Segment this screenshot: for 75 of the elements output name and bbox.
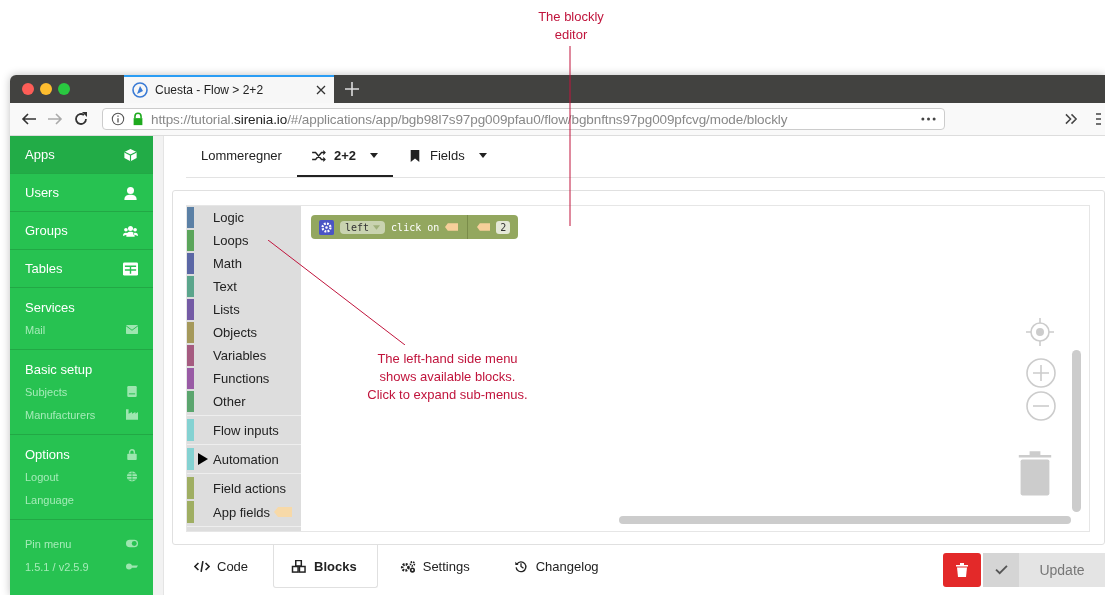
category-item[interactable]: Loops xyxy=(187,229,301,252)
block-dropdown[interactable]: left xyxy=(340,220,386,234)
block-text: click on xyxy=(391,221,440,233)
trash-icon xyxy=(956,563,968,577)
delete-button[interactable] xyxy=(943,553,981,587)
category-item[interactable]: Text xyxy=(187,275,301,298)
tab[interactable]: Changelog xyxy=(494,545,620,588)
category-item[interactable]: Math xyxy=(187,252,301,275)
category-item[interactable]: App fields xyxy=(187,500,301,524)
code-icon xyxy=(194,559,210,573)
vertical-scrollbar[interactable] xyxy=(1072,350,1081,512)
category-item[interactable]: Field actions xyxy=(187,476,301,500)
number-field[interactable]: 2 xyxy=(496,220,511,234)
menu-icon[interactable] xyxy=(1096,113,1101,125)
lock-icon xyxy=(131,112,145,126)
check-icon xyxy=(994,565,1008,575)
back-icon[interactable] xyxy=(21,111,37,127)
history-icon xyxy=(512,559,529,573)
reload-icon[interactable] xyxy=(73,111,89,127)
tag-icon xyxy=(274,507,293,517)
lock-icon xyxy=(126,448,138,460)
browser-tab[interactable]: Cuesta - Flow > 2+2 xyxy=(124,75,334,103)
envelope-icon xyxy=(126,324,138,335)
cube-icon xyxy=(123,147,138,162)
tab[interactable]: Lommeregner xyxy=(186,136,297,177)
category-item[interactable]: Variables xyxy=(187,344,301,367)
caret-icon xyxy=(373,224,381,230)
users-icon xyxy=(123,223,138,238)
user-icon xyxy=(123,185,138,200)
code-block[interactable]: left click on 2 xyxy=(311,215,519,239)
toggle-icon[interactable] xyxy=(126,538,138,549)
key-icon xyxy=(126,561,138,572)
category-item[interactable]: Automation xyxy=(187,447,301,471)
tab-title: Cuesta - Flow > 2+2 xyxy=(155,83,265,97)
tag-icon xyxy=(477,223,491,231)
category-item[interactable]: Functions xyxy=(187,367,301,390)
close-icon[interactable] xyxy=(316,85,326,95)
section-heading: Options xyxy=(10,443,153,465)
category-item[interactable]: Other xyxy=(187,390,301,413)
tab[interactable]: Blocks xyxy=(273,545,378,588)
category-item[interactable]: Flow inputs xyxy=(187,418,301,442)
category-item[interactable]: Objects xyxy=(187,321,301,344)
annotation-text: The blockly editor xyxy=(537,8,605,44)
category-item[interactable]: Logic xyxy=(187,206,301,229)
tab[interactable]: Fields xyxy=(393,136,502,177)
info-icon[interactable] xyxy=(111,112,125,126)
expand-triangle-icon[interactable] xyxy=(198,453,208,465)
section-heading: Basic setup xyxy=(24,360,94,379)
more-icon[interactable] xyxy=(921,117,936,121)
maximize-window-icon[interactable] xyxy=(58,83,70,95)
shuffle-icon xyxy=(311,149,326,162)
chevron-icon[interactable] xyxy=(1065,113,1078,125)
tab[interactable]: Code xyxy=(176,545,270,588)
horizontal-scrollbar[interactable] xyxy=(619,516,1071,524)
gears-icon xyxy=(399,559,416,573)
sidebar-item: 1.5.1 / v2.5.9 xyxy=(10,555,153,578)
close-window-icon[interactable] xyxy=(22,83,34,95)
globe-icon xyxy=(126,471,138,482)
bookmark-icon xyxy=(408,149,422,162)
minimize-window-icon[interactable] xyxy=(40,83,52,95)
factory-icon xyxy=(126,409,138,420)
table-icon xyxy=(123,261,138,276)
annotation-text: The left-hand side menu shows available blocks. Click to expand sub-menus. xyxy=(366,350,529,404)
caret-icon xyxy=(370,153,378,158)
tab[interactable]: Settings xyxy=(381,545,491,588)
cubes-icon xyxy=(291,559,308,573)
plus-icon[interactable] xyxy=(345,82,359,96)
tab[interactable]: 2+2 xyxy=(296,136,393,177)
category-item[interactable]: Lists xyxy=(187,298,301,321)
tag-icon xyxy=(445,223,459,231)
gear-icon[interactable] xyxy=(319,219,334,235)
section-heading: Services xyxy=(24,298,76,317)
compass-icon xyxy=(132,82,148,98)
caret-icon xyxy=(478,153,487,158)
book-icon xyxy=(126,386,138,397)
